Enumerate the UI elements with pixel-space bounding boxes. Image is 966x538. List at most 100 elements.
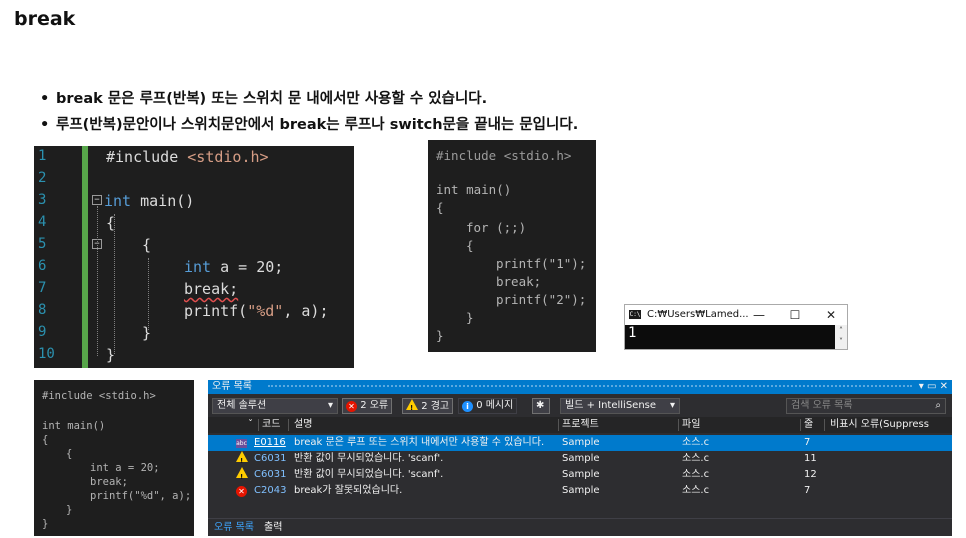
indent-guide bbox=[97, 206, 98, 356]
warning-icon: ! bbox=[236, 451, 248, 465]
error-code-link[interactable]: E0116 bbox=[254, 435, 286, 451]
messages-count: 0 메시지 bbox=[476, 400, 514, 411]
column-suppress[interactable]: 비표시 오류(Suppress bbox=[830, 417, 929, 433]
filter-icon: ✱ bbox=[536, 400, 545, 411]
console-scrollbar[interactable]: ˄ ˅ bbox=[835, 325, 847, 349]
line-number: 5 bbox=[38, 236, 47, 252]
line-number: 1 bbox=[38, 148, 47, 164]
column-line[interactable]: 줄 bbox=[804, 417, 813, 433]
format-string: "%d" bbox=[247, 302, 284, 320]
code-line: printf("2"); bbox=[496, 292, 587, 307]
column-file[interactable]: 파일 bbox=[682, 417, 700, 433]
console-title: C:₩Users₩Lamed... bbox=[647, 309, 749, 320]
line-number: 7 bbox=[38, 280, 47, 296]
keyword-int: int bbox=[104, 192, 132, 210]
column-separator[interactable] bbox=[258, 419, 259, 431]
column-code[interactable]: 코드 bbox=[262, 417, 280, 433]
error-list-header[interactable]: 오류 목록 ▾ ▭ ✕ bbox=[208, 380, 952, 394]
error-project: Sample bbox=[562, 469, 600, 480]
include-directive: #include bbox=[106, 148, 188, 166]
search-input[interactable]: 검색 오류 목록 ⌕ bbox=[786, 398, 946, 414]
code-line: #include <stdio.h> bbox=[106, 148, 269, 166]
indent-guide bbox=[114, 214, 115, 354]
window-buttons-icon[interactable]: ▾ ▭ ✕ bbox=[919, 380, 948, 394]
indent-guide bbox=[148, 258, 149, 330]
error-line: 7 bbox=[804, 485, 811, 496]
code-line: int main() bbox=[104, 192, 194, 210]
table-row[interactable]: abc E0116 break 문은 루프 또는 스위치 내에서만 사용할 수 … bbox=[208, 435, 952, 451]
code-line: printf("%d", a); bbox=[90, 490, 192, 502]
sort-icon[interactable]: ˇ bbox=[248, 417, 253, 433]
column-project[interactable]: 프로젝트 bbox=[562, 417, 599, 433]
error-file: 소스.c bbox=[682, 469, 710, 480]
error-list-panel[interactable]: 오류 목록 ▾ ▭ ✕ 전체 솔루션 ▾ ✕ 2 오류 ! 2 경고 i 0 메… bbox=[208, 380, 952, 536]
code-line: int a = 20; bbox=[184, 258, 283, 276]
error-code-link[interactable]: C2043 bbox=[254, 483, 286, 499]
messages-filter-button[interactable]: i 0 메시지 bbox=[458, 398, 518, 414]
column-separator[interactable] bbox=[800, 419, 801, 431]
warnings-filter-button[interactable]: ! 2 경고 bbox=[402, 398, 454, 414]
line-number: 3 bbox=[38, 192, 47, 208]
column-headers: ˇ 코드 설명 프로젝트 파일 줄 비표시 오류(Suppress bbox=[208, 417, 952, 433]
page-title: break bbox=[14, 8, 76, 30]
column-separator[interactable] bbox=[824, 419, 825, 431]
code-line: } bbox=[42, 518, 49, 530]
error-project: Sample bbox=[562, 485, 600, 496]
table-row[interactable]: ✕ C2043 break가 잘못되었습니다. Sample 소스.c 7 bbox=[208, 483, 952, 499]
line-number: 8 bbox=[38, 302, 47, 318]
console-window[interactable]: C:\ C:₩Users₩Lamed... — ☐ ✕ 1 ˄ ˅ bbox=[624, 304, 848, 350]
code-line: printf("1"); bbox=[496, 256, 587, 271]
column-separator[interactable] bbox=[678, 419, 679, 431]
console-titlebar[interactable]: C:\ C:₩Users₩Lamed... — ☐ ✕ bbox=[625, 305, 847, 325]
code-snippet-break: #include <stdio.h> int main() { { int a … bbox=[34, 380, 194, 536]
minimize-icon[interactable]: — bbox=[749, 307, 769, 323]
filter-button[interactable]: ✱ bbox=[532, 398, 550, 414]
search-icon[interactable]: ⌕ bbox=[935, 399, 941, 413]
column-separator[interactable] bbox=[288, 419, 289, 431]
chevron-down-icon: ▾ bbox=[327, 400, 333, 411]
code-line: for (;;) bbox=[466, 220, 527, 235]
change-indicator-bar bbox=[82, 146, 88, 368]
line-number: 10 bbox=[38, 346, 55, 362]
code-line: break; bbox=[184, 280, 238, 298]
line-number: 6 bbox=[38, 258, 47, 274]
warning-icon: ! bbox=[236, 467, 248, 481]
scroll-down-icon[interactable]: ˅ bbox=[835, 336, 847, 347]
error-line: 12 bbox=[804, 469, 817, 480]
errors-count: 2 오류 bbox=[360, 400, 389, 411]
code-line: } bbox=[142, 324, 152, 342]
error-icon: ✕ bbox=[236, 486, 247, 497]
info-icon: i bbox=[462, 401, 473, 412]
code-line: break; bbox=[90, 476, 128, 488]
drag-grip[interactable] bbox=[268, 385, 912, 389]
tab-error-list[interactable]: 오류 목록 bbox=[214, 521, 254, 535]
printf-call: printf( bbox=[184, 302, 248, 320]
column-separator[interactable] bbox=[558, 419, 559, 431]
scroll-up-icon[interactable]: ˄ bbox=[835, 325, 847, 336]
bullet-mark: • bbox=[40, 117, 50, 133]
error-code-link[interactable]: C6031 bbox=[254, 467, 286, 483]
column-description[interactable]: 설명 bbox=[294, 417, 312, 433]
break-statement-error[interactable]: break; bbox=[184, 280, 238, 298]
code-line: #include <stdio.h> bbox=[42, 390, 156, 402]
errors-filter-button[interactable]: ✕ 2 오류 bbox=[342, 398, 393, 414]
error-code-link[interactable]: C6031 bbox=[254, 451, 286, 467]
close-icon[interactable]: ✕ bbox=[821, 307, 841, 323]
error-description: break 문은 루프 또는 스위치 내에서만 사용할 수 있습니다. bbox=[294, 437, 545, 448]
table-row[interactable]: ! C6031 반환 값이 무시되었습니다. 'scanf'. Sample 소… bbox=[208, 451, 952, 467]
code-line: } bbox=[466, 310, 474, 325]
tab-output[interactable]: 출력 bbox=[264, 521, 282, 535]
build-source-dropdown[interactable]: 빌드 + IntelliSense ▾ bbox=[560, 398, 680, 414]
code-line: } bbox=[106, 346, 116, 364]
fold-toggle-icon[interactable]: − bbox=[92, 195, 102, 205]
error-line: 11 bbox=[804, 453, 817, 464]
code-line: { bbox=[42, 434, 49, 446]
scope-dropdown[interactable]: 전체 솔루션 ▾ bbox=[212, 398, 338, 414]
table-row[interactable]: ! C6031 반환 값이 무시되었습니다. 'scanf'. Sample 소… bbox=[208, 467, 952, 483]
maximize-icon[interactable]: ☐ bbox=[785, 307, 805, 323]
build-source-value: 빌드 + IntelliSense bbox=[565, 400, 657, 411]
error-line: 7 bbox=[804, 437, 811, 448]
code-line: printf("%d", a); bbox=[184, 302, 329, 320]
code-editor-main[interactable]: 1 2 3 4 5 6 7 8 9 10 − − #include <stdio… bbox=[34, 146, 354, 368]
bullet-list: • break 문은 루프(반복) 또는 스위치 문 내에서만 사용할 수 있습니… bbox=[40, 86, 578, 138]
